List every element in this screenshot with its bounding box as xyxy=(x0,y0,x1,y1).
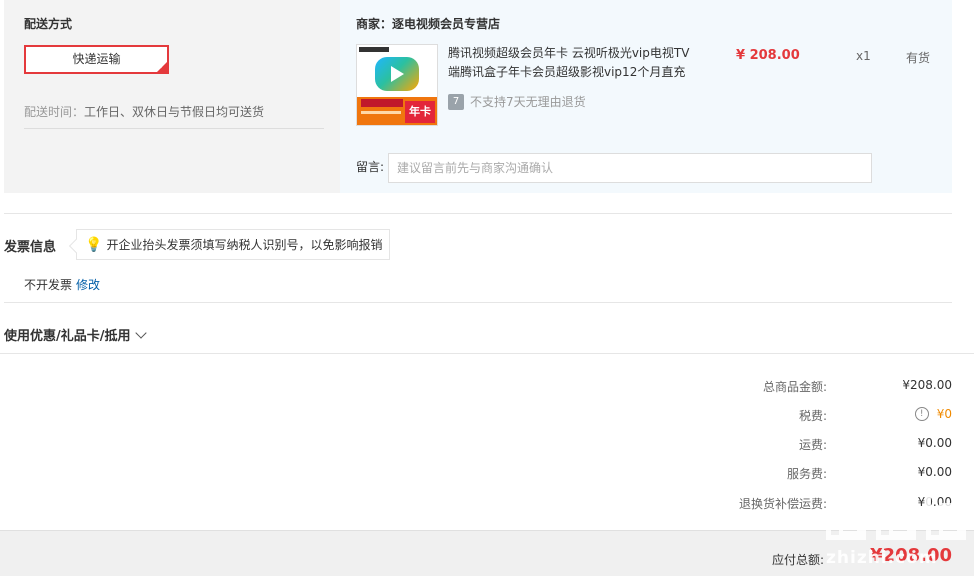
store-name: 商家：逐电视频会员专营店 xyxy=(356,17,501,31)
summary-return-ship-label: 退换货补偿运费: xyxy=(738,497,827,511)
summary-tax-amount: ! ¥0 xyxy=(914,407,952,421)
product-stock: 有货 xyxy=(906,51,931,65)
invoice-status-text: 不开发票 xyxy=(24,278,73,292)
summary-goods-row: 总商品金额: ¥208.00 xyxy=(652,378,952,398)
invoice-tip: 💡 开企业抬头发票须填写纳税人识别号，以免影响报销 xyxy=(76,229,390,260)
store-panel: 商家：逐电视频会员专营店 年卡 腾讯视频超级会员年卡 云视听极光vip电视TV端… xyxy=(340,0,952,193)
info-circle-icon[interactable]: ! xyxy=(914,407,929,421)
tencent-video-logo-icon xyxy=(375,57,419,91)
lightbulb-icon: 💡 xyxy=(85,236,103,253)
total-bar: 应付总额: ¥208.00 xyxy=(0,530,974,576)
summary-tax-row: 税费: ! ¥0 xyxy=(652,407,952,427)
delivery-time: 配送时间：工作日、双休日与节假日均可送货 xyxy=(24,103,324,129)
summary-shipping-row: 运费: ¥0.00 xyxy=(652,436,952,456)
summary-shipping-label: 运费: xyxy=(798,438,827,452)
product-thumbnail[interactable]: 年卡 xyxy=(356,44,438,126)
summary-return-ship-value: ¥0.00 xyxy=(917,495,952,509)
coupon-toggle[interactable]: 使用优惠/礼品卡/抵用 xyxy=(4,325,147,344)
thumb-card-label: 年卡 xyxy=(405,101,435,123)
summary-service-value: ¥0.00 xyxy=(917,465,952,479)
shipping-panel: 配送方式 快递运输 ✓ 配送时间：工作日、双休日与节假日均可送货 xyxy=(4,0,340,193)
coupon-label: 使用优惠/礼品卡/抵用 xyxy=(4,329,131,344)
summary-return-ship-row: 退换货补偿运费: ¥0.00 xyxy=(652,495,952,515)
summary-tax-label: 税费: xyxy=(798,409,827,423)
return-policy-text: 不支持7天无理由退货 xyxy=(470,95,586,109)
return-policy-icon: 7 xyxy=(448,93,464,110)
divider xyxy=(4,213,952,214)
message-input[interactable] xyxy=(388,153,872,183)
message-label: 留言: xyxy=(356,160,385,174)
invoice-status: 不开发票 修改 xyxy=(24,276,100,293)
total-value: ¥208.00 xyxy=(870,545,952,566)
summary-goods-label: 总商品金额: xyxy=(762,380,827,394)
summary-shipping-value: ¥0.00 xyxy=(917,436,952,450)
order-block: 配送方式 快递运输 ✓ 配送时间：工作日、双休日与节假日均可送货 商家：逐电视频… xyxy=(4,0,952,193)
chevron-down-icon xyxy=(134,326,147,339)
return-policy: 7 不支持7天无理由退货 xyxy=(448,93,586,110)
summary-service-row: 服务费: ¥0.00 xyxy=(652,465,952,485)
product-quantity: x1 xyxy=(856,49,871,63)
invoice-title: 发票信息 xyxy=(4,240,57,255)
shipping-option-express[interactable]: 快递运输 ✓ xyxy=(24,45,169,74)
invoice-tip-text: 开企业抬头发票须填写纳税人识别号，以免影响报销 xyxy=(106,238,383,252)
product-title[interactable]: 腾讯视频超级会员年卡 云视听极光vip电视TV端腾讯盒子年卡会员超级影视vip1… xyxy=(448,44,698,82)
invoice-modify-link[interactable]: 修改 xyxy=(76,278,100,292)
divider xyxy=(4,302,952,303)
product-price: ¥ 208.00 xyxy=(736,48,800,63)
thumb-vip-bar xyxy=(359,47,389,52)
thumb-badge xyxy=(361,99,403,107)
delivery-time-value: 工作日、双休日与节假日均可送货 xyxy=(84,105,265,119)
summary-service-label: 服务费: xyxy=(786,467,827,481)
divider xyxy=(0,353,974,354)
shipping-option-label: 快递运输 xyxy=(72,52,121,66)
thumb-line xyxy=(361,111,401,114)
summary-tax-value: ¥0 xyxy=(936,407,952,421)
checkmark-icon: ✓ xyxy=(158,62,166,72)
summary-goods-value: ¥208.00 xyxy=(902,378,952,392)
delivery-time-label: 配送时间： xyxy=(24,105,85,119)
total-label: 应付总额: xyxy=(771,553,824,567)
shipping-section-title: 配送方式 xyxy=(24,17,73,31)
